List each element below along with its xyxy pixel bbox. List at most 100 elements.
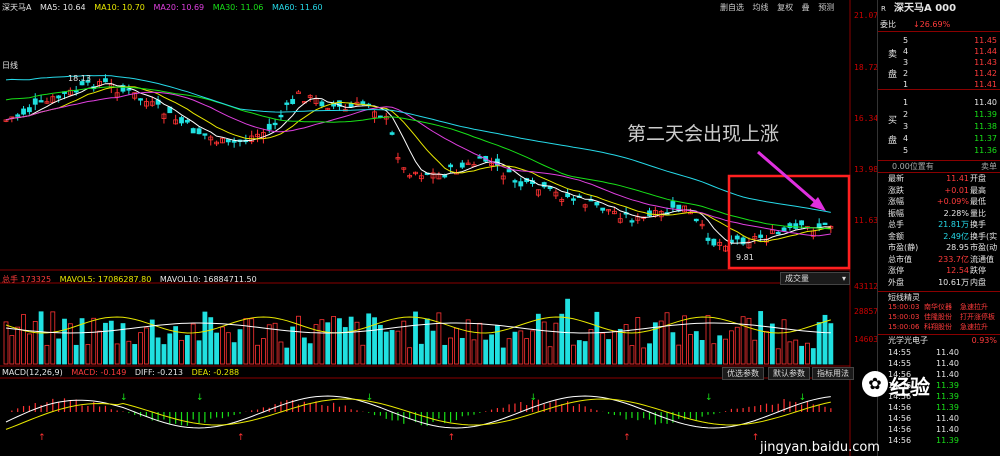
volume-bar (606, 339, 611, 365)
volume-bar (617, 328, 623, 365)
price: 11.36 (974, 146, 997, 155)
buy-row: 3 11.38 (878, 121, 1000, 132)
ma20-label: MA20: 10.69 (153, 3, 205, 12)
volume-bar (576, 340, 582, 365)
stat-label-2: 换手 (970, 220, 986, 229)
candle-body (26, 107, 32, 113)
level: 3 (903, 122, 909, 131)
ma60-label: MA60: 11.60 (271, 3, 323, 12)
volume-bar (15, 326, 21, 365)
level: 2 (903, 69, 909, 78)
level: 1 (903, 98, 909, 107)
stat-label-2: 最低 (970, 197, 986, 206)
volume-bar (688, 334, 693, 365)
candle-body (571, 198, 576, 201)
volume-bar (301, 337, 307, 365)
ma30-label: MA30: 11.06 (212, 3, 264, 12)
sector-name: 光学光电子 (888, 336, 928, 345)
stat-value: 21.81万 (938, 220, 969, 229)
mavol5-label: MAVOL5: 17086287.80 (59, 275, 152, 284)
volume-bar (220, 326, 225, 365)
signal-arrow: ↑ (752, 433, 760, 443)
candle-body (103, 78, 108, 83)
volume-bar (571, 344, 576, 365)
indicator-usage-button[interactable]: 指标用法 (812, 367, 854, 380)
price: 11.39 (974, 110, 997, 119)
volume-bar (430, 330, 436, 365)
stat-label-2: 内盘 (970, 277, 986, 287)
volume-bar (26, 333, 32, 365)
signal-arrow: ↓ (120, 393, 128, 403)
low-price-label: 9.81 (736, 253, 754, 262)
volume-bar (518, 330, 524, 365)
candlestick-chart[interactable]: ↑ ↓ ↓ ↑ ↓ ↑ ↓ ↑ ↓ ↑ ↓ (0, 0, 877, 456)
volume-bar (793, 339, 799, 365)
mavol10-label: MAVOL10: 16884711.50 (159, 275, 257, 284)
stat-row: 振幅 2.28% 量比 (878, 208, 1000, 219)
signal-arrow: ↓ (196, 393, 204, 403)
volume-bar (418, 343, 424, 365)
toolbar-delete-watchlist[interactable]: 删自选 (720, 3, 744, 12)
dea-value: DEA: -0.288 (191, 368, 240, 377)
candle-body (196, 128, 202, 135)
signal-arrow: ↓ (366, 393, 374, 403)
default-params-button[interactable]: 默认参数 (768, 367, 810, 380)
volume-bar (664, 312, 670, 365)
stat-row: 涨幅 +0.09% 最低 (878, 196, 1000, 207)
tick-row: 14:55 11.40 (878, 358, 1000, 369)
price: 11.40 (974, 98, 997, 107)
volume-bar (161, 344, 167, 365)
volume-bar (512, 331, 518, 365)
volume-bar (296, 315, 301, 365)
volume-bar (266, 324, 272, 365)
volume-bar (249, 318, 255, 365)
volume-bar (383, 331, 389, 365)
candle-body (15, 114, 21, 117)
stat-row: 市盈(静) 28.95 市盈(动 (878, 242, 1000, 253)
volume-bar (729, 330, 734, 365)
stat-row: 总手 21.81万 换手 (878, 219, 1000, 230)
candle-body (56, 95, 62, 99)
volume-bar (810, 348, 816, 365)
stat-label: 振幅 (888, 208, 904, 218)
sector-row[interactable]: 光学光电子 0.93% (878, 334, 1000, 346)
tick-price: 11.40 (936, 414, 959, 423)
candle-body (290, 99, 296, 104)
candle-body (506, 169, 512, 173)
news-stock: 科翔股份 (924, 323, 952, 331)
stock-chart-panel[interactable]: ↑ ↓ ↓ ↑ ↓ ↑ ↓ ↑ ↓ ↑ ↓ 深天马A MA5: 10.64 MA10: 10.70 … (0, 0, 878, 456)
volume-bar (500, 347, 506, 365)
volume-indicator-select[interactable]: 成交量 ▾ (780, 272, 850, 285)
level: 4 (903, 134, 909, 143)
stat-value: 233.7亿 (938, 254, 969, 264)
candle-body (272, 122, 278, 126)
volume-bar (816, 322, 822, 365)
stat-value: 2.49亿 (943, 231, 969, 241)
stat-label-2: 流通值 (970, 254, 994, 264)
volume-bar (62, 318, 67, 365)
volume-bar (38, 311, 44, 365)
toolbar-overlay[interactable]: 叠 (802, 3, 810, 12)
volume-bar (676, 344, 682, 365)
volume-bar (225, 332, 231, 365)
news-event: 急速拉升 (960, 323, 988, 331)
signal-arrow: ↑ (237, 433, 245, 443)
toolbar-predict[interactable]: 预测 (818, 3, 834, 12)
volume-bar (366, 313, 372, 365)
ma5-line (5, 83, 831, 244)
toolbar-adjust[interactable]: 复权 (777, 3, 793, 12)
tick-time: 14:55 (888, 348, 912, 357)
volume-bar (155, 337, 161, 365)
stat-row: 外盘 10.61万 内盘 (878, 277, 1000, 288)
volume-bar (337, 318, 342, 365)
optimize-params-button[interactable]: 优选参数 (722, 367, 764, 380)
high-price-label: 18.13 (68, 74, 91, 83)
volume-bars (3, 298, 834, 365)
volume-bar (506, 338, 512, 365)
toolbar-ma[interactable]: 均线 (753, 3, 769, 12)
chevron-down-icon: ▾ (841, 274, 846, 283)
candle-body (629, 220, 635, 223)
volume-bar (734, 326, 740, 365)
volume-bar (459, 337, 465, 365)
tick-price: 11.39 (936, 436, 959, 445)
